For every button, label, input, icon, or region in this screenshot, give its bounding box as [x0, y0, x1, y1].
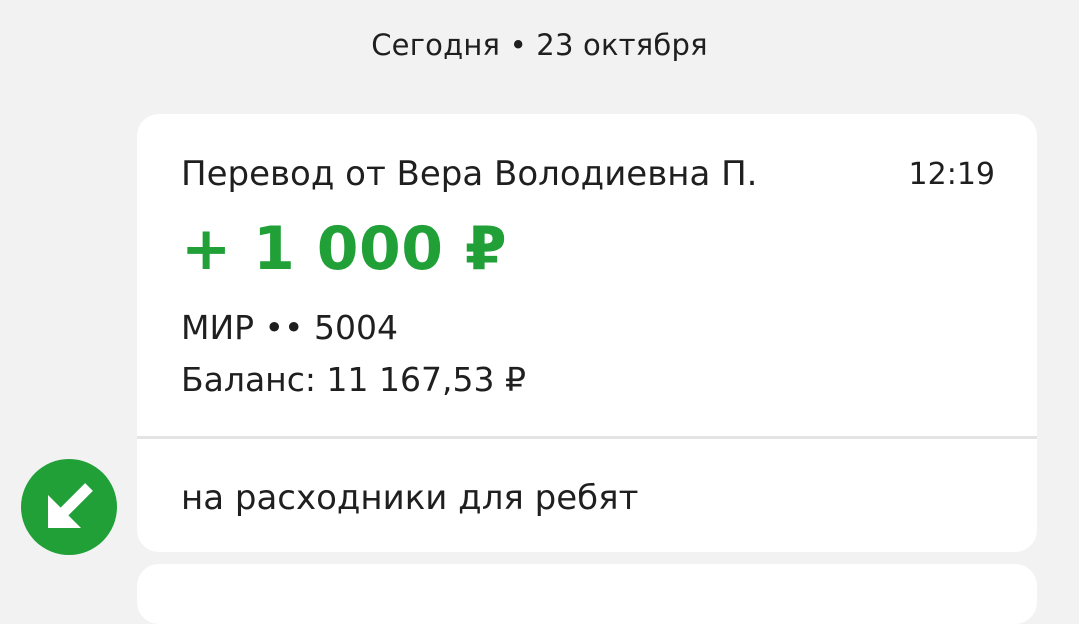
transaction-comment: на расходники для ребят — [181, 478, 639, 518]
balance-info: Баланс: 11 167,53 ₽ — [181, 360, 526, 399]
transaction-title: Перевод от Вера Володиевна П. — [181, 154, 758, 194]
divider — [137, 436, 1037, 439]
card-info: МИР •• 5004 — [181, 308, 398, 347]
transaction-details: Перевод от Вера Володиевна П. 12:19 + 1 … — [137, 114, 1037, 436]
transaction-amount: + 1 000 ₽ — [181, 214, 508, 284]
date-header: Сегодня • 23 октября — [371, 28, 708, 62]
transaction-time: 12:19 — [908, 157, 995, 192]
next-transaction-card[interactable] — [137, 564, 1037, 624]
incoming-arrow-icon — [21, 459, 117, 555]
transaction-card[interactable]: Перевод от Вера Володиевна П. 12:19 + 1 … — [137, 114, 1037, 552]
